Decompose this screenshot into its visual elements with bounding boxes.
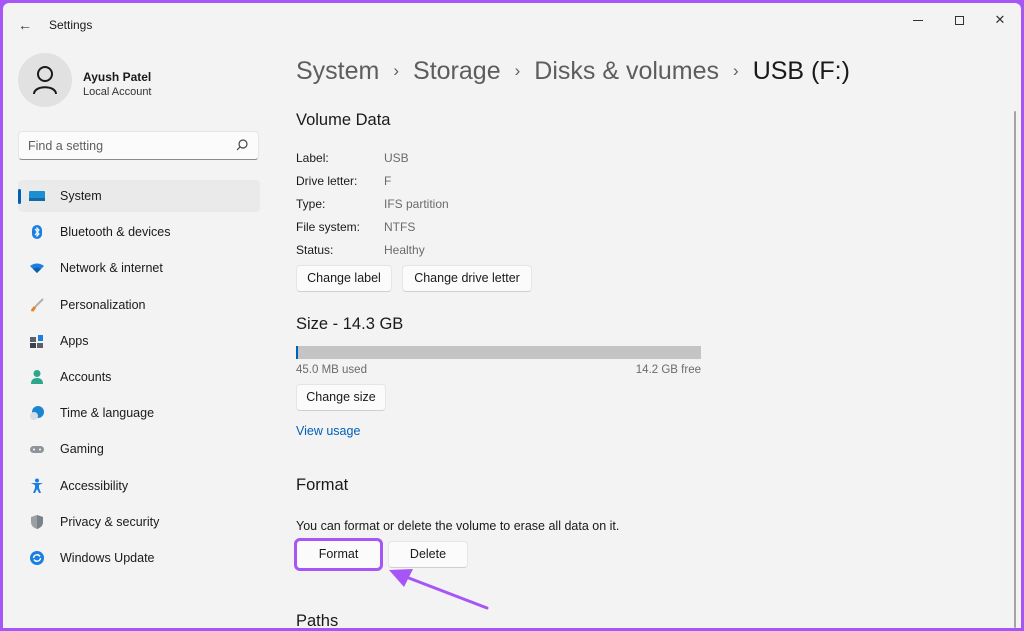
account-type: Local Account bbox=[83, 86, 152, 98]
volume-data-heading: Volume Data bbox=[296, 111, 391, 129]
field-key: Type: bbox=[296, 197, 326, 211]
avatar bbox=[18, 53, 72, 107]
chevron-right-icon: › bbox=[733, 61, 739, 80]
sidebar-item-bluetooth[interactable]: Bluetooth & devices bbox=[18, 216, 260, 248]
bluetooth-icon bbox=[32, 225, 42, 240]
sidebar-item-label: Privacy & security bbox=[60, 514, 160, 529]
update-icon bbox=[30, 550, 44, 565]
gamepad-icon bbox=[30, 446, 44, 454]
app-title: Settings bbox=[49, 18, 93, 32]
sidebar-item-time-language[interactable]: Time & language bbox=[18, 397, 260, 429]
sidebar-item-label: Personalization bbox=[60, 297, 146, 312]
sidebar-item-label: Accessibility bbox=[60, 478, 129, 493]
active-indicator bbox=[18, 189, 21, 204]
storage-usage-fill bbox=[296, 346, 298, 359]
sidebar-item-label: Accounts bbox=[60, 369, 112, 384]
shield-icon bbox=[31, 514, 43, 529]
sidebar-nav: System Bluetooth & devices Network & int… bbox=[18, 180, 260, 578]
back-button[interactable]: ← bbox=[15, 15, 35, 35]
chevron-right-icon: › bbox=[393, 61, 400, 80]
maximize-icon bbox=[954, 16, 964, 26]
format-description: You can format or delete the volume to e… bbox=[296, 519, 620, 533]
used-space-label: 45.0 MB used bbox=[296, 364, 367, 376]
change-size-button[interactable]: Change size bbox=[296, 384, 386, 411]
person-icon bbox=[31, 369, 43, 384]
breadcrumb: System › Storage › Disks & volumes › USB (F:) bbox=[296, 57, 850, 86]
sidebar-item-network[interactable]: Network & internet bbox=[18, 252, 260, 284]
maximize-button[interactable] bbox=[937, 9, 981, 31]
search-input[interactable] bbox=[28, 137, 228, 155]
field-key: Status: bbox=[296, 243, 334, 257]
field-value: USB bbox=[384, 151, 409, 165]
globe-clock-icon bbox=[30, 406, 44, 421]
close-button[interactable]: ✕ bbox=[978, 9, 1021, 31]
accessibility-icon bbox=[31, 478, 43, 493]
annotation-arrow-icon bbox=[389, 569, 489, 610]
field-value: F bbox=[384, 174, 392, 188]
breadcrumb-storage[interactable]: Storage bbox=[413, 57, 501, 85]
format-heading: Format bbox=[296, 476, 349, 494]
minimize-button[interactable] bbox=[896, 9, 940, 31]
minimize-icon bbox=[913, 20, 923, 22]
sidebar-item-system[interactable]: System bbox=[18, 180, 260, 212]
storage-usage-bar bbox=[296, 346, 701, 359]
brush-icon bbox=[30, 297, 44, 312]
sidebar-item-label: Gaming bbox=[60, 442, 104, 457]
sidebar-item-apps[interactable]: Apps bbox=[18, 325, 260, 357]
change-drive-letter-button[interactable]: Change drive letter bbox=[402, 265, 532, 292]
field-key: Label: bbox=[296, 151, 329, 165]
sidebar-item-label: Network & internet bbox=[60, 261, 163, 276]
sidebar-item-privacy-security[interactable]: Privacy & security bbox=[18, 506, 260, 538]
sidebar-item-label: Apps bbox=[60, 333, 89, 348]
free-space-label: 14.2 GB free bbox=[635, 364, 701, 376]
settings-window: ← Settings ✕ Ayush Patel Local Account S… bbox=[3, 3, 1021, 628]
search-box[interactable] bbox=[18, 131, 259, 160]
sidebar-item-label: Windows Update bbox=[60, 550, 155, 565]
breadcrumb-disks-volumes[interactable]: Disks & volumes bbox=[534, 57, 719, 85]
sidebar-item-label: Bluetooth & devices bbox=[60, 225, 171, 240]
profile-name: Ayush Patel bbox=[83, 70, 152, 84]
change-label-button[interactable]: Change label bbox=[296, 265, 392, 292]
close-icon: ✕ bbox=[994, 12, 1006, 27]
search-icon[interactable] bbox=[235, 138, 249, 152]
back-arrow-icon: ← bbox=[18, 17, 32, 33]
field-key: Drive letter: bbox=[296, 174, 358, 188]
field-value: Healthy bbox=[384, 243, 425, 257]
chevron-right-icon: › bbox=[514, 61, 521, 80]
field-value: NTFS bbox=[384, 220, 416, 234]
view-usage-link[interactable]: View usage bbox=[296, 424, 360, 438]
sidebar-item-accounts[interactable]: Accounts bbox=[18, 361, 260, 393]
breadcrumb-system[interactable]: System bbox=[296, 57, 379, 85]
format-button[interactable]: Format bbox=[294, 538, 383, 571]
sidebar-item-label: Time & language bbox=[60, 406, 155, 421]
sidebar-item-accessibility[interactable]: Accessibility bbox=[18, 470, 260, 502]
person-icon bbox=[33, 66, 57, 95]
vertical-scrollbar[interactable] bbox=[1014, 111, 1016, 628]
sidebar-item-gaming[interactable]: Gaming bbox=[18, 433, 260, 465]
breadcrumb-current: USB (F:) bbox=[752, 57, 850, 85]
apps-icon bbox=[30, 334, 43, 348]
sidebar-item-windows-update[interactable]: Windows Update bbox=[18, 542, 260, 574]
monitor-icon bbox=[29, 191, 45, 201]
paths-heading: Paths bbox=[296, 612, 339, 628]
sidebar-item-label: System bbox=[60, 189, 102, 203]
size-heading: Size - 14.3 GB bbox=[296, 315, 404, 333]
sidebar-item-personalization[interactable]: Personalization bbox=[18, 289, 260, 321]
title-bar: ← Settings ✕ bbox=[3, 3, 1021, 45]
field-key: File system: bbox=[296, 220, 361, 234]
field-value: IFS partition bbox=[384, 197, 449, 211]
wifi-icon bbox=[30, 263, 44, 274]
